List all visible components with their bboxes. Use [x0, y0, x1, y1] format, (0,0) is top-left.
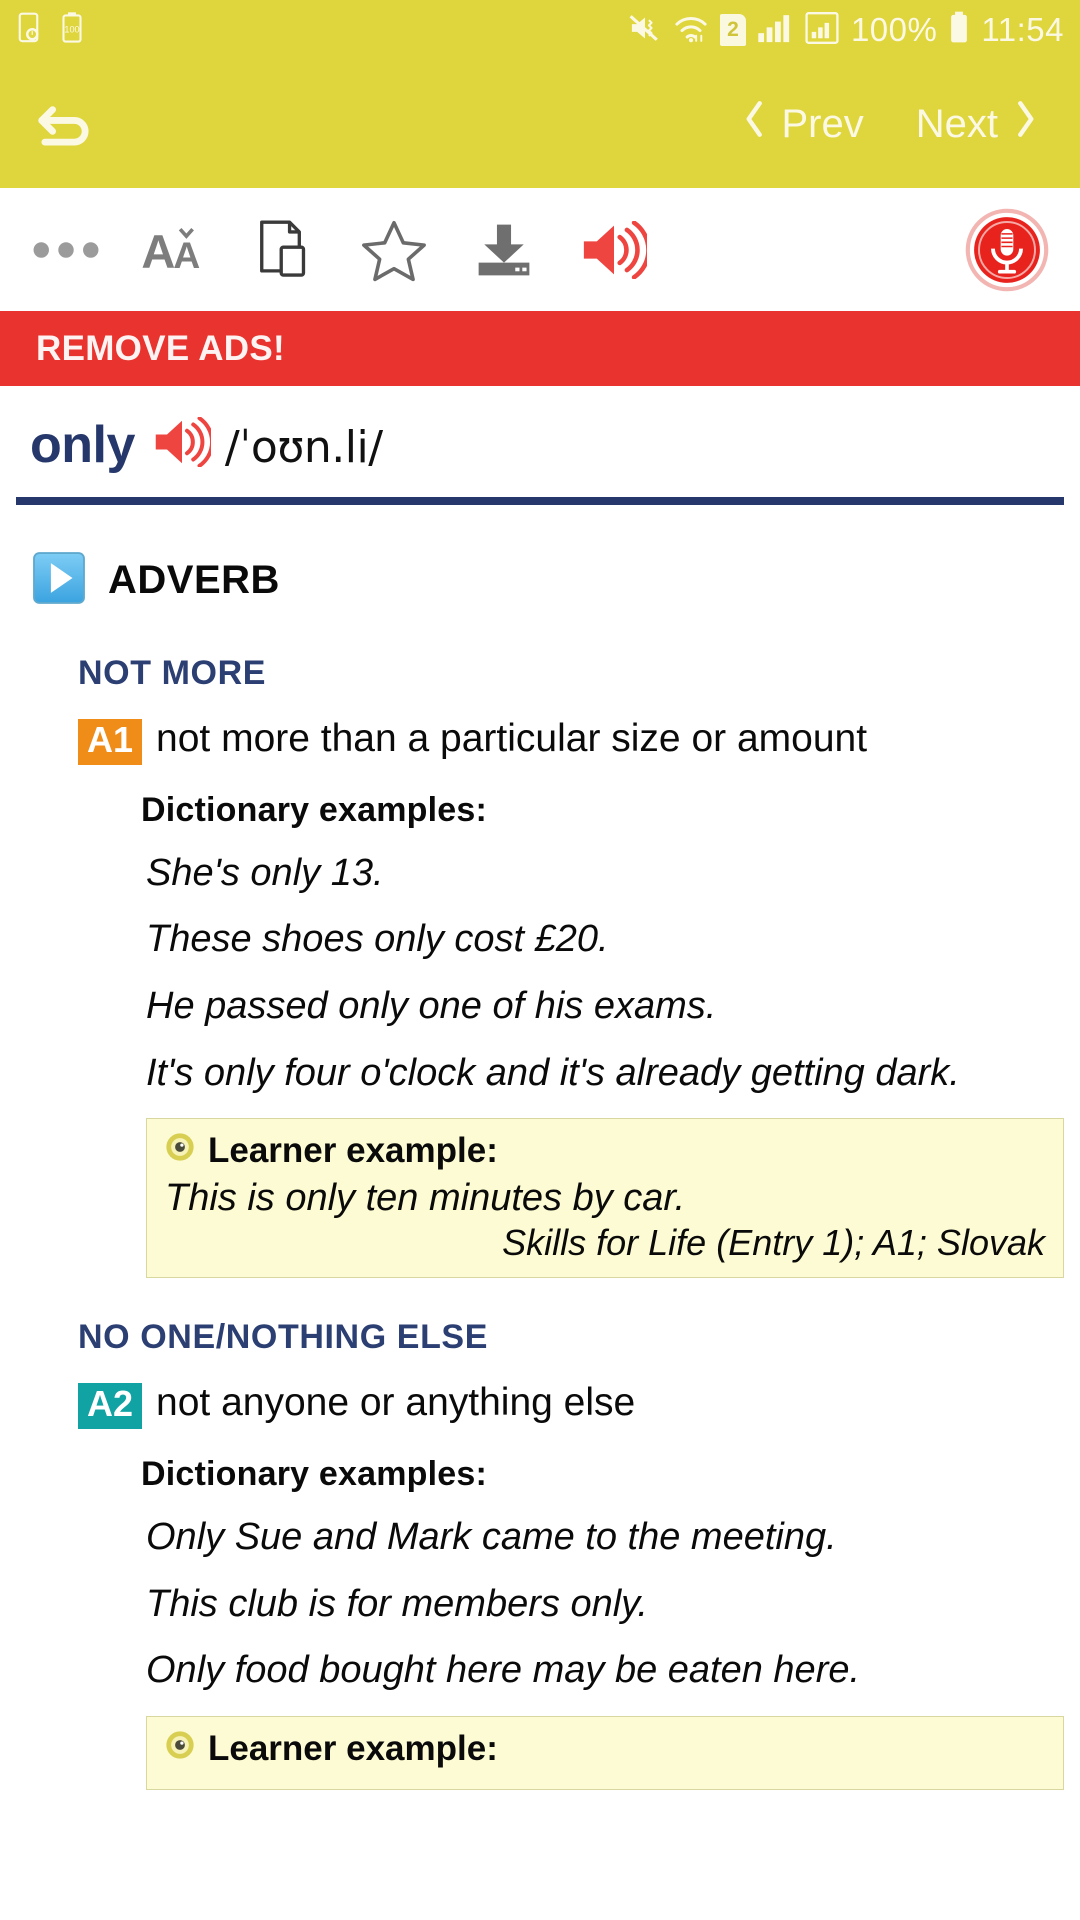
part-of-speech-row[interactable]: ADVERB	[16, 551, 1064, 610]
svg-text:A: A	[141, 225, 175, 278]
definition-row: A1 not more than a particular size or am…	[16, 717, 1064, 765]
example-sentence: Only food bought here may be eaten here.	[146, 1649, 861, 1692]
dictionary-examples-label: Dictionary examples:	[141, 790, 488, 829]
sense-block: NOT MORE A1 not more than a particular s…	[16, 654, 1064, 1279]
sense-block: NO ONE/NOTHING ELSE A2 not anyone or any…	[16, 1318, 1064, 1790]
prev-label: Prev	[781, 101, 864, 146]
learner-example-box: Learner example: This is only ten minute…	[146, 1118, 1064, 1279]
learner-example-label: Learner example:	[208, 1131, 498, 1171]
learner-example-source: Skills for Life (Entry 1); A1; Slovak	[502, 1222, 1045, 1264]
svg-text:100: 100	[64, 24, 79, 34]
battery-icon	[948, 11, 970, 50]
example-sentence: This club is for members only.	[146, 1582, 648, 1625]
level-badge: A1	[78, 719, 143, 765]
remove-ads-banner[interactable]: REMOVE ADS!	[0, 311, 1080, 386]
back-arrow-icon[interactable]	[34, 94, 96, 155]
clock-device-icon	[16, 11, 46, 50]
sense-separator	[16, 1278, 1064, 1318]
example-sentence: It's only four o'clock and it's already …	[146, 1051, 960, 1094]
learner-eye-icon	[165, 1729, 195, 1769]
chevron-left-icon	[742, 97, 768, 151]
font-size-icon[interactable]: A A	[132, 206, 220, 294]
dictionary-examples-label: Dictionary examples:	[141, 1455, 488, 1494]
favorite-star-icon[interactable]	[350, 206, 438, 294]
guideword: NOT MORE	[78, 654, 267, 692]
battery-percent-label: 100%	[850, 11, 938, 48]
sim-2-icon: 2	[719, 14, 746, 46]
status-bar-left-icons: 100	[16, 11, 84, 50]
level-badge: A2	[78, 1383, 143, 1430]
wifi-icon	[673, 11, 709, 50]
clock-label: 11:54	[981, 11, 1064, 48]
example-sentence: These shoes only cost £20.	[146, 918, 609, 961]
svg-text:A: A	[173, 234, 200, 276]
audio-speaker-icon[interactable]	[153, 416, 214, 472]
microphone-button[interactable]	[964, 207, 1050, 293]
chevron-right-icon	[1012, 97, 1038, 151]
entry-content: only /ˈoʊn.li/ ADVERB NOT MORE A1 not mo…	[0, 386, 1080, 1790]
play-expand-icon[interactable]	[32, 551, 86, 610]
learner-example-header: Learner example:	[165, 1131, 1045, 1171]
navigation-bar: Prev Next	[0, 60, 1080, 188]
download-icon[interactable]	[460, 206, 548, 294]
guideword: NO ONE/NOTHING ELSE	[78, 1318, 488, 1357]
copy-page-icon[interactable]	[240, 206, 328, 294]
status-bar: 100 2 100% 11:54	[0, 0, 1080, 60]
headword-divider	[16, 497, 1064, 505]
learner-example-header: Learner example:	[165, 1729, 1045, 1769]
part-of-speech-label: ADVERB	[108, 558, 280, 602]
learner-example-label: Learner example:	[208, 1728, 498, 1768]
learner-example-box: Learner example:	[146, 1715, 1064, 1790]
definition-text: not anyone or anything else	[156, 1381, 636, 1425]
definition-text: not more than a particular size or amoun…	[156, 717, 868, 760]
entry-toolbar: A A	[0, 188, 1080, 311]
mute-vibrate-icon	[628, 11, 662, 50]
headword: only	[30, 416, 135, 474]
example-sentence: She's only 13.	[146, 851, 384, 894]
headword-row: only /ˈoʊn.li/	[16, 386, 1064, 489]
battery-saver-icon: 100	[60, 11, 84, 50]
learner-eye-icon	[165, 1131, 195, 1171]
prev-button[interactable]: Prev	[728, 91, 878, 157]
signal-bars-icon	[757, 11, 793, 50]
status-bar-right-icons: 2 100% 11:54	[628, 10, 1064, 51]
next-button[interactable]: Next	[902, 91, 1052, 157]
next-label: Next	[915, 101, 998, 146]
pronunciation: /ˈoʊn.li/	[224, 422, 383, 473]
remove-ads-label: REMOVE ADS!	[36, 328, 285, 368]
example-sentence: He passed only one of his exams.	[146, 984, 717, 1027]
mobile-data-icon	[804, 10, 840, 51]
example-sentence: Only Sue and Mark came to the meeting.	[146, 1516, 837, 1559]
overflow-menu-icon[interactable]	[22, 206, 110, 294]
definition-row: A2 not anyone or anything else	[16, 1381, 1064, 1430]
learner-example-sentence: This is only ten minutes by car.	[165, 1177, 686, 1220]
audio-speaker-icon[interactable]	[570, 206, 658, 294]
